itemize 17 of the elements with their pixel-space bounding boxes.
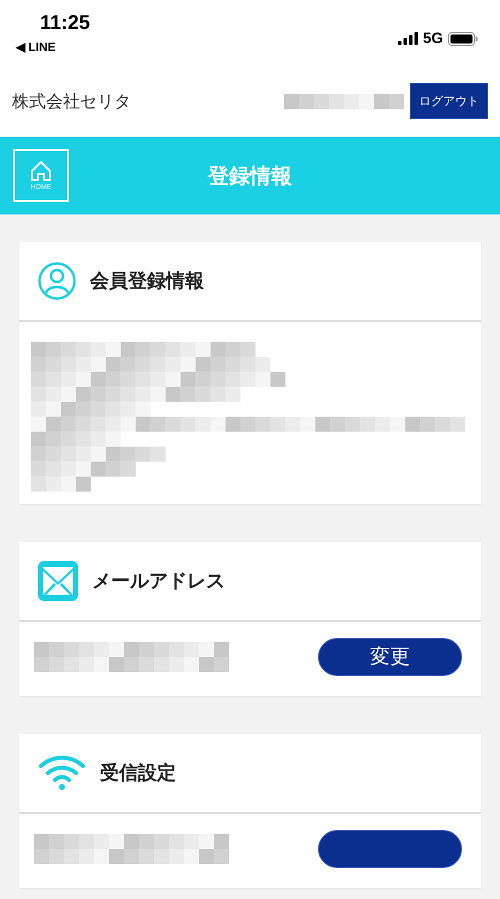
logout-button[interactable]: ログアウト	[410, 83, 488, 119]
envelope-icon	[38, 560, 78, 601]
card-title: 受信設定	[100, 760, 176, 786]
card-title: 会員登録情報	[90, 269, 204, 294]
clock-time: 11:25	[40, 12, 90, 34]
page-title: 登録情報	[208, 162, 292, 190]
back-to-app-link[interactable]: ◀ LINE	[16, 40, 90, 54]
signal-icon	[398, 32, 418, 45]
change-button[interactable]	[318, 830, 462, 868]
wifi-icon	[38, 754, 86, 791]
network-label: 5G	[422, 30, 443, 47]
card-title: メールアドレス	[92, 568, 225, 594]
person-icon	[38, 262, 76, 300]
home-icon	[30, 160, 52, 182]
company-name: 株式会社セリタ	[12, 90, 131, 112]
battery-icon	[448, 32, 478, 46]
change-button[interactable]: 変更	[318, 638, 462, 676]
